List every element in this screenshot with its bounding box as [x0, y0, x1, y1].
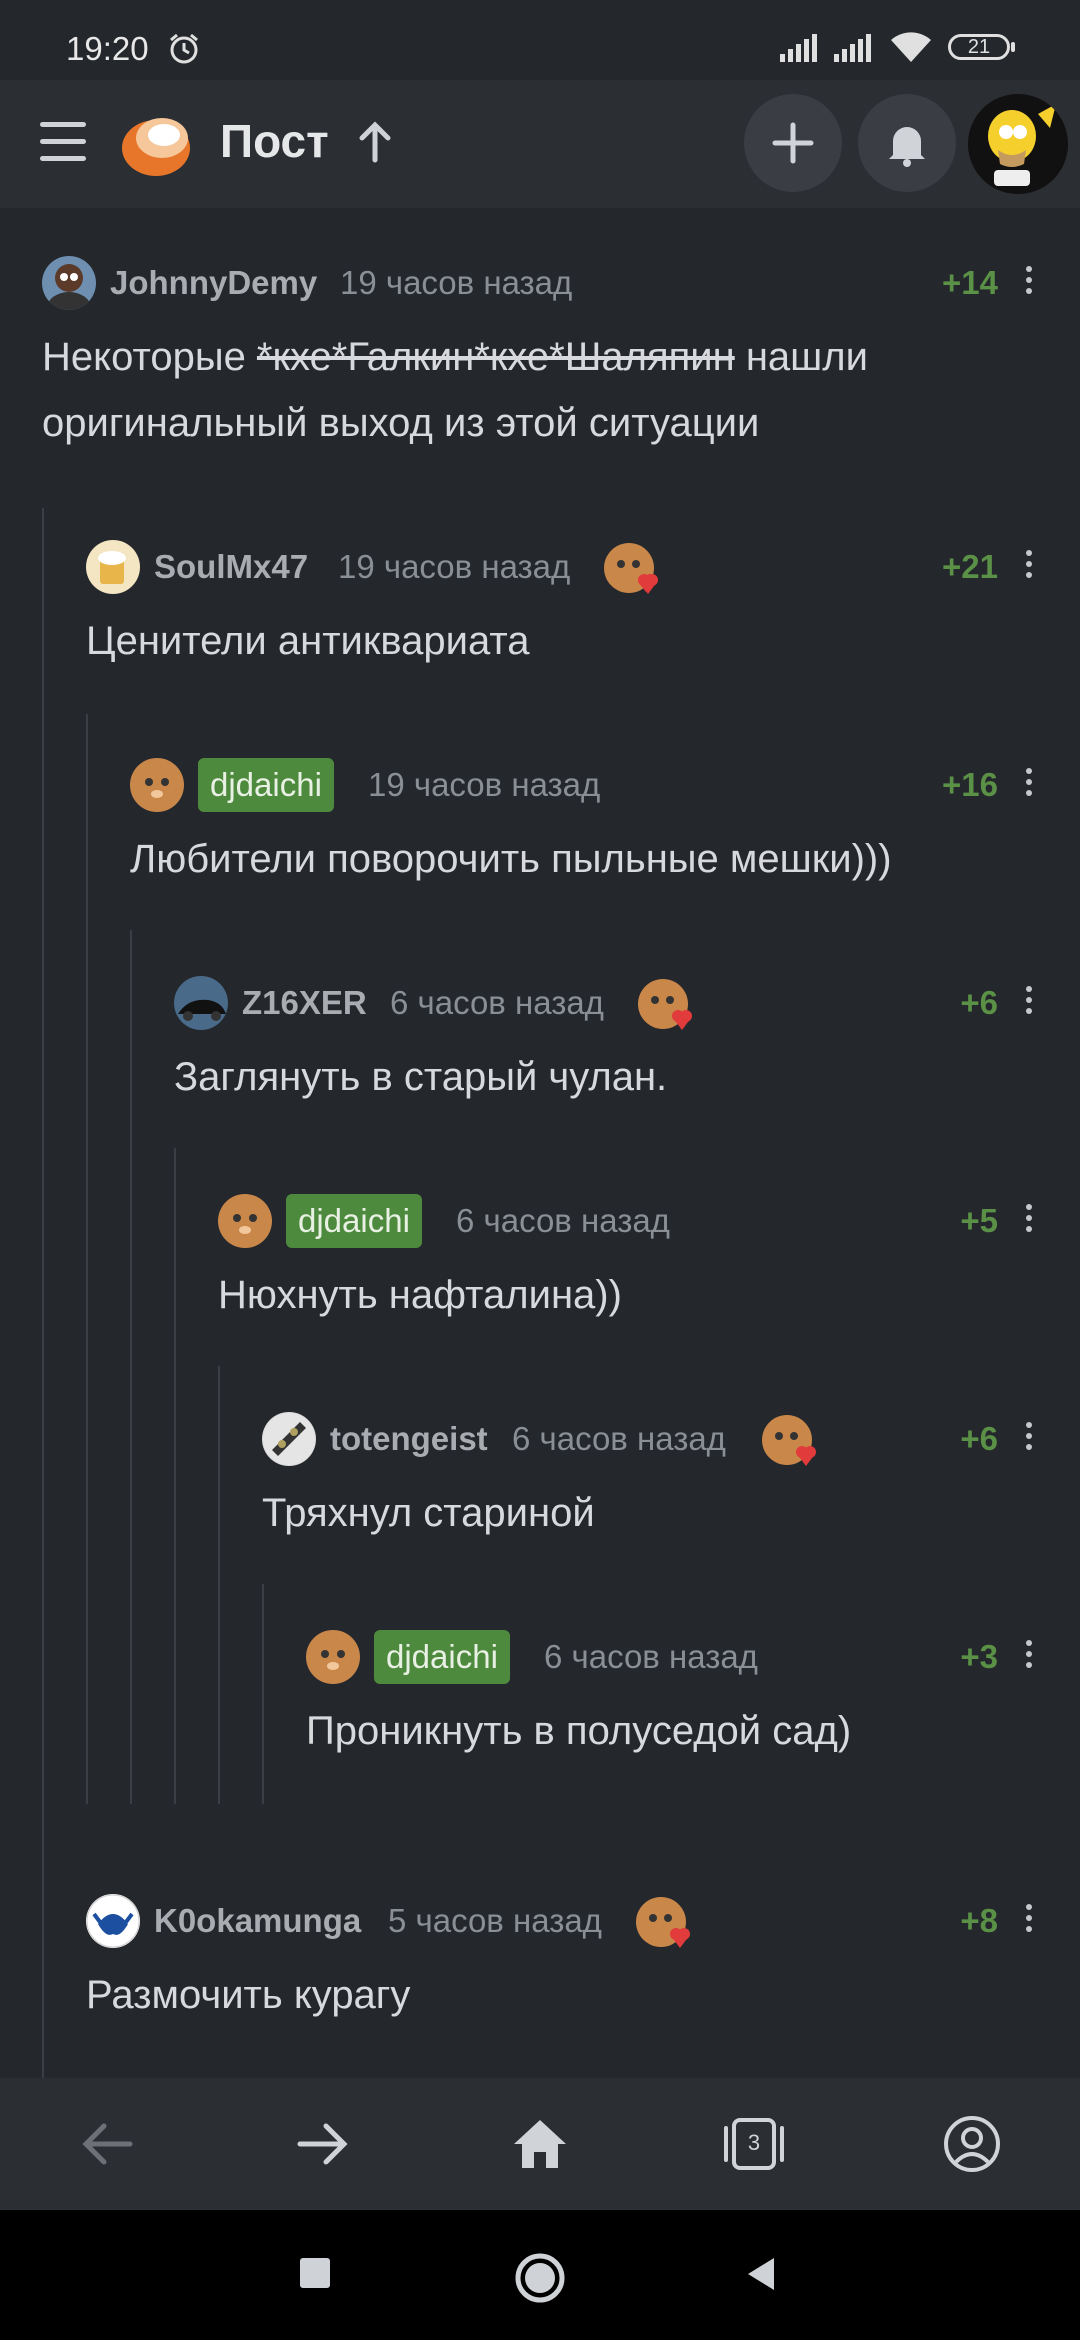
comment-author[interactable]: JohnnyDemy: [110, 264, 317, 302]
comments-list: JohnnyDemy 19 часов назад +14 Некоторые …: [0, 208, 1080, 2078]
comment-rating[interactable]: +6: [960, 1420, 998, 1458]
comment-time: 6 часов назад: [390, 984, 604, 1021]
comment-time: 19 часов назад: [338, 548, 571, 585]
comment-text: Заглянуть в старый чулан.: [174, 1055, 668, 1099]
comment-rating[interactable]: +3: [960, 1638, 998, 1676]
comment-time: 6 часов назад: [544, 1638, 758, 1675]
avatar[interactable]: [174, 976, 228, 1030]
comment-time: 6 часов назад: [512, 1420, 726, 1457]
tabs-count: 3: [747, 2130, 761, 2155]
more-vertical-icon[interactable]: [1026, 1904, 1032, 1937]
avatar[interactable]: [218, 1194, 272, 1248]
page-title: Пост: [220, 115, 329, 167]
cat-heart-icon: [638, 979, 692, 1030]
comment-rating[interactable]: +14: [942, 264, 998, 302]
comment-author-badge[interactable]: djdaichi: [374, 1630, 510, 1684]
plus-icon: [772, 122, 814, 164]
comment-time: 6 часов назад: [456, 1202, 670, 1239]
pikabu-logo-icon[interactable]: [118, 102, 198, 182]
home-system-icon[interactable]: [514, 2252, 566, 2304]
comment-time: 19 часов назад: [368, 766, 601, 803]
comment: K0okamunga 5 часов назад +8 Размочить ку…: [0, 1894, 1080, 2017]
avatar[interactable]: [306, 1630, 360, 1684]
more-vertical-icon[interactable]: [1026, 768, 1032, 801]
cat-heart-icon: [604, 543, 658, 594]
home-icon[interactable]: [508, 2112, 572, 2176]
bottom-nav: 3: [0, 2078, 1080, 2210]
more-vertical-icon[interactable]: [1026, 986, 1032, 1019]
app-header: Пост: [0, 80, 1080, 208]
comment-author[interactable]: Z16XER: [242, 984, 367, 1022]
comment-author[interactable]: K0okamunga: [154, 1902, 361, 1940]
comment-time: 19 часов назад: [340, 264, 573, 301]
more-vertical-icon[interactable]: [1026, 1204, 1032, 1237]
cat-heart-icon: [636, 1897, 690, 1948]
comment-text: Некоторые *кхе*Галкин*кхе*Шаляпин нашли …: [42, 335, 868, 445]
comment-text: Ценители антиквариата: [86, 619, 530, 663]
more-vertical-icon[interactable]: [1026, 1640, 1032, 1673]
signal-icon: [780, 34, 817, 62]
more-vertical-icon[interactable]: [1026, 266, 1032, 299]
avatar[interactable]: [86, 1894, 140, 1948]
menu-icon[interactable]: [40, 122, 86, 162]
comment: totengeist 6 часов назад +6 Тряхнул стар…: [0, 1412, 1080, 1535]
comment-author[interactable]: totengeist: [330, 1420, 488, 1458]
comment-rating[interactable]: +6: [960, 984, 998, 1022]
comment-author-badge[interactable]: djdaichi: [198, 758, 334, 812]
comment: JohnnyDemy 19 часов назад +14 Некоторые …: [0, 256, 1080, 445]
avatar[interactable]: [130, 758, 184, 812]
tabs-button[interactable]: 3: [722, 2112, 786, 2176]
status-time: 19:20: [66, 30, 149, 67]
forward-icon[interactable]: [290, 2112, 354, 2176]
user-avatar[interactable]: [968, 94, 1068, 194]
status-bar: 19:20 21: [0, 0, 1080, 80]
comment: djdaichi 6 часов назад +3 Проникнуть в п…: [0, 1630, 1080, 1753]
add-post-button[interactable]: [744, 94, 842, 192]
battery-indicator: 21: [948, 34, 1015, 60]
comment-rating[interactable]: +16: [942, 766, 998, 804]
signal-icon-2: [834, 34, 871, 62]
comment: Z16XER 6 часов назад +6 Заглянуть в стар…: [0, 976, 1080, 1099]
cat-heart-icon: [762, 1415, 816, 1466]
recent-apps-icon[interactable]: [298, 2256, 332, 2290]
comment-time: 5 часов назад: [388, 1902, 602, 1939]
wifi-icon: [891, 32, 931, 62]
comment-text: Любители поворочить пыльные мешки))): [130, 837, 892, 881]
comment-rating[interactable]: +5: [960, 1202, 998, 1240]
alarm-icon: [170, 33, 198, 64]
notifications-button[interactable]: [858, 94, 956, 192]
account-icon[interactable]: [940, 2112, 1004, 2176]
comment-text: Размочить курагу: [86, 1973, 411, 2017]
comment-author[interactable]: SoulMx47: [154, 548, 308, 586]
back-system-icon[interactable]: [744, 2256, 778, 2292]
comment: djdaichi 6 часов назад +5 Нюхнуть нафтал…: [0, 1194, 1080, 1317]
avatar[interactable]: [42, 256, 96, 310]
comment-author-badge[interactable]: djdaichi: [286, 1194, 422, 1248]
comment-text: Нюхнуть нафталина)): [218, 1273, 622, 1317]
back-icon[interactable]: [76, 2112, 140, 2176]
more-vertical-icon[interactable]: [1026, 550, 1032, 583]
arrow-up-icon[interactable]: [358, 120, 392, 164]
avatar[interactable]: [262, 1412, 316, 1466]
comment-text: Проникнуть в полуседой сад): [306, 1709, 852, 1753]
comment: djdaichi 19 часов назад +16 Любители пов…: [0, 758, 1080, 881]
comment-rating[interactable]: +21: [942, 548, 998, 586]
comment-rating[interactable]: +8: [960, 1902, 998, 1940]
more-vertical-icon[interactable]: [1026, 1422, 1032, 1455]
comment: SoulMx47 19 часов назад +21 Ценители ант…: [0, 540, 1080, 663]
comment-text: Тряхнул стариной: [262, 1491, 595, 1535]
system-navigation-bar: [0, 2210, 1080, 2340]
bell-icon: [889, 127, 925, 167]
avatar[interactable]: [86, 540, 140, 594]
